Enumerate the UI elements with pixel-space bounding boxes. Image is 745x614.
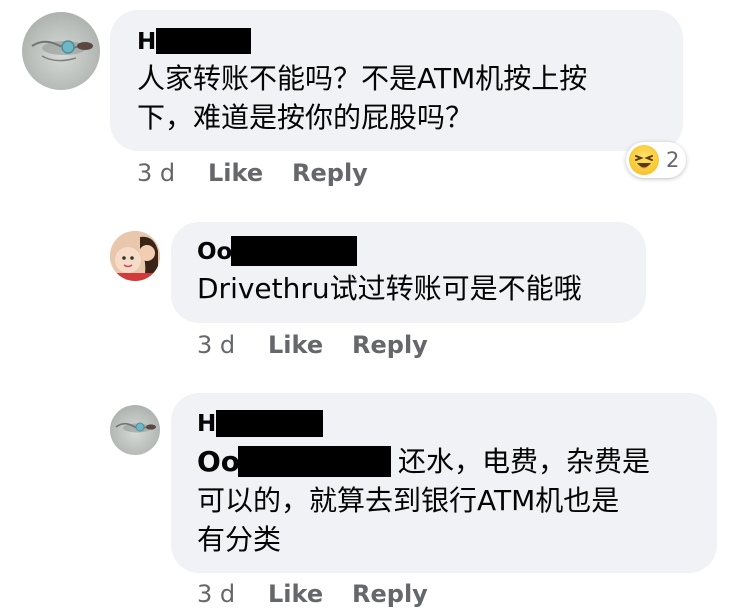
comment-text-line: 有分类 bbox=[197, 523, 282, 556]
redacted-name-box bbox=[231, 236, 357, 266]
comment-actions: 3 d Like Reply bbox=[197, 579, 497, 611]
comment-text-line: 人家转账不能吗？不是ATM机按上按 bbox=[137, 62, 588, 95]
redacted-name-box bbox=[216, 410, 323, 437]
timestamp[interactable]: 3 d bbox=[197, 579, 235, 609]
comment-author[interactable]: H bbox=[197, 410, 216, 438]
avatar-photo-icon bbox=[110, 231, 160, 281]
avatar-photo-icon bbox=[115, 422, 156, 433]
author-name-visible: H bbox=[137, 29, 157, 55]
timestamp[interactable]: 3 d bbox=[137, 158, 175, 188]
timestamp[interactable]: 3 d bbox=[197, 330, 235, 360]
reaction-badge[interactable]: 2 bbox=[626, 142, 686, 178]
avatar[interactable] bbox=[110, 231, 160, 281]
comment-text-line: 下，难道是按你的屁股吗？ bbox=[137, 101, 474, 134]
comment-author[interactable]: H bbox=[137, 28, 156, 56]
avatar[interactable] bbox=[110, 405, 160, 455]
comment-actions: 3 d Like Reply bbox=[197, 330, 497, 362]
comment-author[interactable]: Oo bbox=[197, 238, 232, 266]
redacted-mention-box bbox=[238, 446, 391, 477]
reply-button[interactable]: Reply bbox=[292, 158, 368, 188]
like-button[interactable]: Like bbox=[208, 158, 263, 188]
reaction-count: 2 bbox=[666, 148, 680, 172]
comment-text-line: 还水，电费，杂费是 bbox=[398, 445, 651, 478]
like-button[interactable]: Like bbox=[268, 330, 323, 360]
comment-text-line: Drivethru试过转账可是不能哦 bbox=[197, 272, 582, 305]
redacted-name-box bbox=[156, 28, 251, 54]
comment-actions: 3 d Like Reply bbox=[137, 158, 437, 190]
comment-text-line: 可以的，就算去到银行ATM机也是 bbox=[197, 484, 620, 517]
avatar[interactable] bbox=[22, 12, 100, 90]
avatar-photo-icon bbox=[31, 40, 93, 62]
laughing-emoji-icon bbox=[629, 145, 659, 175]
author-name-visible: H bbox=[197, 411, 217, 437]
reply-button[interactable]: Reply bbox=[352, 330, 428, 360]
author-name-visible: Oo bbox=[197, 239, 233, 265]
like-button[interactable]: Like bbox=[268, 579, 323, 609]
reply-button[interactable]: Reply bbox=[352, 579, 428, 609]
mention-tag[interactable]: Oo bbox=[197, 443, 240, 480]
